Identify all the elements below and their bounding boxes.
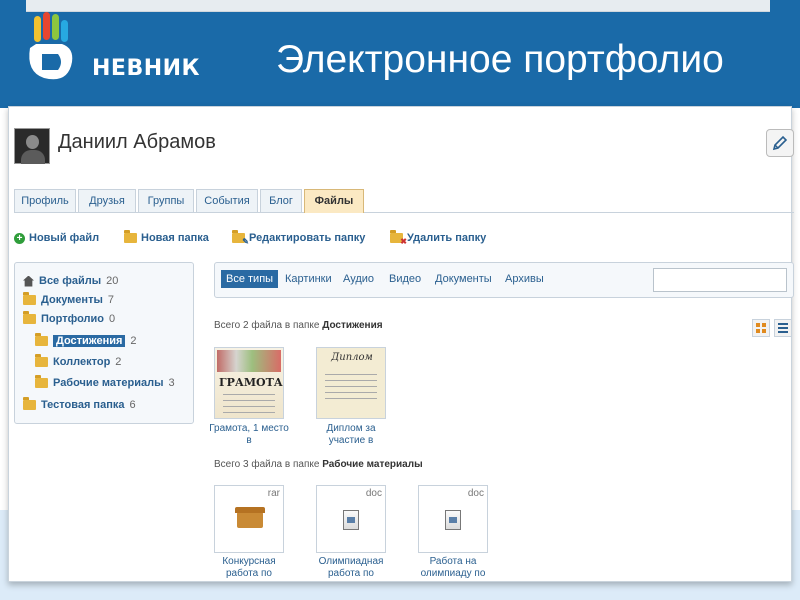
slide-header: НЕВНИК Электронное портфолио [0, 0, 800, 108]
folder-edit-icon: ✎ [232, 230, 249, 246]
file-card-document[interactable]: doc [316, 485, 386, 553]
new-folder-button[interactable]: Новая папка [124, 230, 209, 246]
new-file-button[interactable]: + Новый файл [14, 230, 99, 246]
folder-icon [23, 311, 36, 324]
file-caption[interactable]: Диплом за участие в [311, 423, 391, 447]
file-thumbnail-diploma[interactable]: Диплом [316, 347, 386, 419]
filter-pictures[interactable]: Картинки [285, 270, 332, 288]
plus-icon: + [14, 232, 25, 244]
tree-item-achievements[interactable]: Достижения 2 [35, 333, 137, 349]
document-icon [445, 510, 461, 530]
search-input[interactable] [653, 268, 787, 292]
file-caption[interactable]: Олимпиадная работа по [311, 556, 391, 580]
folder-icon [35, 354, 48, 367]
edit-folder-button[interactable]: ✎ Редактировать папку [232, 230, 365, 246]
filter-documents[interactable]: Документы [435, 270, 492, 288]
file-caption[interactable]: Работа на олимпиаду по [413, 556, 493, 580]
tree-item-all-files[interactable]: Все файлы 20 [23, 273, 118, 289]
list-view-button[interactable] [774, 319, 792, 337]
tree-item-portfolio[interactable]: Портфолио 0 [23, 311, 115, 327]
tree-item-test-folder[interactable]: Тестовая папка 6 [23, 397, 136, 413]
folder-icon [124, 230, 137, 243]
tab-files[interactable]: Файлы [304, 189, 364, 213]
slide-title: Электронное портфолио [276, 38, 724, 81]
folder-icon [35, 333, 48, 346]
grid-view-button[interactable] [752, 319, 770, 337]
group-title-working-materials: Всего 3 файла в папке Рабочие материалы [214, 459, 423, 470]
logo-text: НЕВНИК [92, 56, 201, 81]
folder-tree: Все файлы 20 Документы 7 Портфолио 0 Дос… [14, 262, 194, 424]
dnevnik-logo: НЕВНИК [22, 12, 200, 92]
edit-profile-button[interactable] [766, 129, 794, 157]
folder-icon [35, 375, 48, 388]
filter-video[interactable]: Видео [389, 270, 421, 288]
folder-delete-icon: ✖ [390, 230, 407, 246]
delete-folder-button[interactable]: ✖ Удалить папку [390, 230, 486, 246]
file-type-filter-bar: Все типы Картинки Аудио Видео Документы … [214, 262, 794, 298]
profile-tabs: Профиль Друзья Группы События Блог Файлы [14, 189, 794, 213]
screenshot-top-edge [26, 0, 770, 12]
file-card-archive[interactable]: rar [214, 485, 284, 553]
file-thumbnail-certificate[interactable]: ГРАМОТА [214, 347, 284, 419]
group-title-achievements: Всего 2 файла в папке Достижения [214, 320, 383, 331]
grid-view-icon [756, 323, 766, 333]
pencil-icon [772, 135, 788, 151]
filter-audio[interactable]: Аудио [343, 270, 374, 288]
tab-profile[interactable]: Профиль [14, 189, 76, 212]
tab-friends[interactable]: Друзья [78, 189, 136, 212]
avatar[interactable] [14, 128, 50, 164]
folder-icon [23, 397, 36, 410]
file-caption[interactable]: Конкурсная работа по [209, 556, 289, 580]
file-caption[interactable]: Грамота, 1 место в [209, 423, 289, 447]
profile-name: Даниил Абрамов [58, 131, 216, 153]
filter-archives[interactable]: Архивы [505, 270, 544, 288]
tab-groups[interactable]: Группы [138, 189, 194, 212]
tab-blog[interactable]: Блог [260, 189, 302, 212]
tree-item-documents[interactable]: Документы 7 [23, 292, 114, 308]
document-icon [343, 510, 359, 530]
file-card-document[interactable]: doc [418, 485, 488, 553]
home-icon [23, 275, 34, 287]
folder-icon [23, 292, 36, 305]
list-view-icon [778, 323, 788, 333]
tree-item-working-materials[interactable]: Рабочие материалы 3 [35, 375, 175, 391]
tree-item-collector[interactable]: Коллектор 2 [35, 354, 121, 370]
tab-events[interactable]: События [196, 189, 258, 212]
archive-box-icon [235, 507, 265, 528]
filter-all-types[interactable]: Все типы [221, 270, 279, 288]
